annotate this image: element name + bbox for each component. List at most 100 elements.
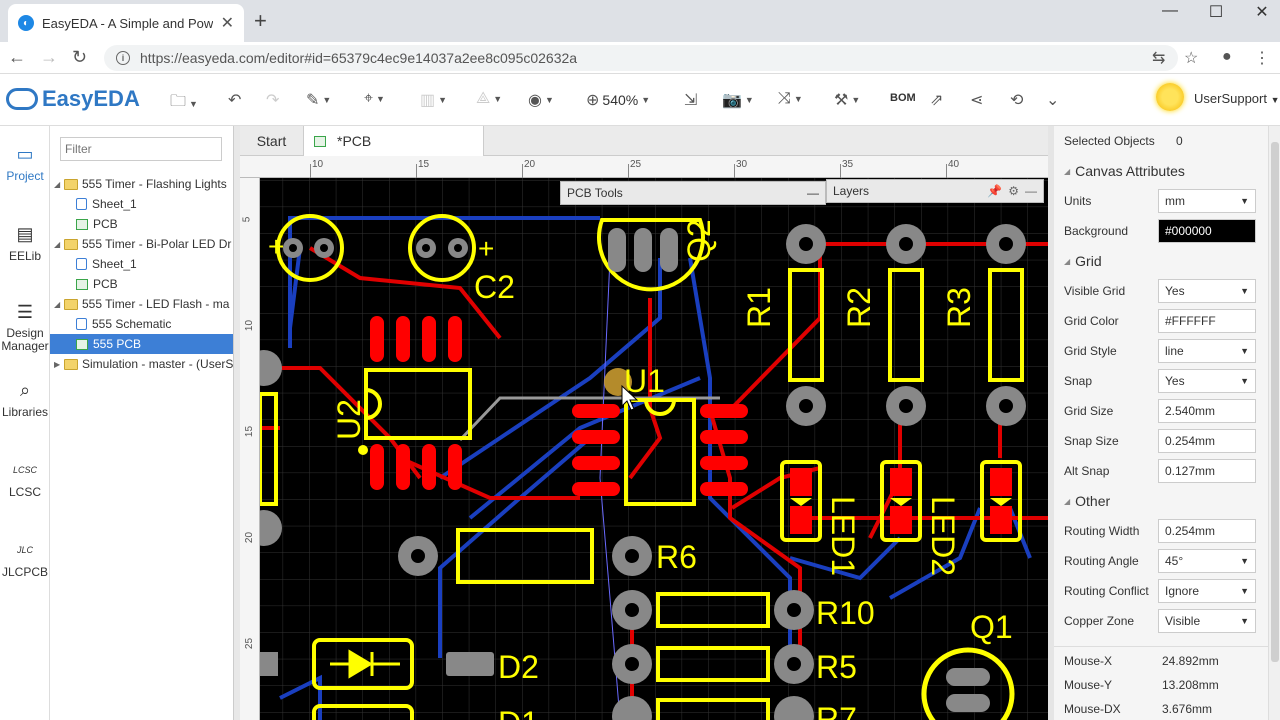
tree-item-label: 555 Timer - Flashing Lights [82, 177, 227, 191]
draw-menu-button[interactable]: ✎ ▼ [306, 90, 331, 110]
export-image-menu-button[interactable]: 📷 ▼ [722, 90, 754, 110]
file-menu-button[interactable]: 🗀 ▼ [170, 90, 198, 117]
browser-tab[interactable]: ◐ EasyEDA - A Simple and Powe ✕ [8, 4, 244, 42]
user-menu-button[interactable]: UserSupport ▼ [1194, 91, 1280, 106]
grid-style-select[interactable]: line ▼ [1158, 339, 1256, 363]
tab-pcb[interactable]: *PCB [304, 126, 484, 156]
visible-grid-select[interactable]: Yes ▼ [1158, 279, 1256, 303]
bookmark-star-icon[interactable]: ☆ [1184, 48, 1198, 68]
copper-zone-value: Visible [1165, 614, 1201, 628]
units-select[interactable]: mm ▼ [1158, 189, 1256, 213]
browser-tabstrip: ◐ EasyEDA - A Simple and Powe ✕ + — ☐ ✕ [0, 0, 1280, 42]
align-menu-button[interactable]: ▥ ▼ [420, 90, 447, 110]
expand-triangle-icon[interactable]: ▶ [54, 360, 64, 369]
folder-icon [64, 178, 78, 190]
other-section[interactable]: ◢ Other [1054, 488, 1268, 514]
lightbulb-icon[interactable] [1156, 83, 1184, 111]
background-input[interactable]: #000000 [1158, 219, 1256, 243]
tree-item[interactable]: PCB [50, 214, 233, 234]
browser-menu-icon[interactable]: ⋮ [1254, 48, 1270, 68]
layers-panel[interactable]: Layers 📌 ⚙ — [826, 179, 1044, 203]
close-window-button[interactable]: ✕ [1242, 2, 1280, 22]
translate-icon[interactable]: ⇆ [1152, 48, 1165, 68]
routing-conflict-select[interactable]: Ignore ▼ [1158, 579, 1256, 603]
zoom-menu-button[interactable]: ⊕ 540% ▼ [586, 90, 650, 110]
undo-button[interactable]: ↶ [228, 90, 241, 110]
pcb-canvas[interactable]: + + C2 Q2 R1 R2 R3 U1 U2 LED1 LED2 R6 R1… [260, 178, 1048, 720]
grid-color-value: #FFFFFF [1165, 314, 1216, 328]
tree-item[interactable]: ◢ 555 Timer - Flashing Lights [50, 174, 233, 194]
nav-eelib[interactable]: ▤ EELib [0, 222, 50, 264]
copper-zone-select[interactable]: Visible ▼ [1158, 609, 1256, 633]
history-button[interactable]: ⟲ [1010, 90, 1023, 110]
address-bar: ← → ↻ i https://easyeda.com/editor#id=65… [0, 42, 1280, 74]
selected-objects-label: Selected Objects [1064, 134, 1155, 148]
nav-libraries[interactable]: ⌕ Libraries [0, 378, 50, 420]
tree-item-label: Simulation - master - (UserS [82, 357, 234, 371]
bom-button[interactable]: BOM [890, 92, 916, 104]
fabrication-output-button[interactable]: ⇗ [930, 90, 943, 110]
url-field[interactable]: i https://easyeda.com/editor#id=65379c4e… [104, 45, 1178, 71]
forward-button[interactable]: → [40, 47, 58, 68]
collapse-triangle-icon[interactable]: ◢ [54, 240, 64, 249]
chevron-down-icon: ⌄ [1046, 92, 1060, 109]
new-tab-button[interactable]: + [254, 8, 267, 34]
label-d2: D2 [498, 649, 539, 685]
grid-size-row: Grid Size 2.540mm [1054, 396, 1268, 426]
folder-icon: 🗀 [170, 93, 187, 110]
route-menu-button[interactable]: ⤨ ▼ [778, 90, 803, 108]
tree-item[interactable]: 555 Schematic [50, 314, 233, 334]
filter-input[interactable] [60, 137, 222, 161]
pcb-tools-panel[interactable]: PCB Tools — [560, 181, 826, 205]
pcb-tools-title: PCB Tools [567, 186, 623, 200]
nav-design-manager[interactable]: ☰ Design Manager [0, 300, 50, 353]
tab-start[interactable]: Start [240, 126, 304, 156]
back-button[interactable]: ← [8, 47, 26, 68]
grid-section[interactable]: ◢ Grid [1054, 248, 1268, 274]
collapse-triangle-icon[interactable]: ◢ [54, 180, 64, 189]
routing-width-input[interactable]: 0.254mm [1158, 519, 1256, 543]
libraries-icon: ⌕ [19, 379, 31, 400]
nav-jlcpcb[interactable]: JLC JLCPCB [0, 538, 50, 579]
nav-lcsc[interactable]: LCSC LCSC [0, 458, 50, 499]
tree-item[interactable]: ▶ Simulation - master - (UserS [50, 354, 234, 374]
redo-button[interactable]: ↷ [266, 90, 279, 110]
grid-color-input[interactable]: #FFFFFF [1158, 309, 1256, 333]
pin-icon[interactable]: 📌 [987, 184, 1002, 198]
more-button[interactable]: ⌄ [1046, 90, 1059, 110]
minimize-window-button[interactable]: — [1150, 2, 1190, 20]
scrollbar-thumb[interactable] [1271, 142, 1279, 662]
minimize-icon[interactable]: — [1025, 184, 1037, 198]
copper-zone-label: Copper Zone [1064, 614, 1135, 628]
snap-select[interactable]: Yes ▼ [1158, 369, 1256, 393]
routing-angle-select[interactable]: 45° ▼ [1158, 549, 1256, 573]
tree-item[interactable]: ◢ 555 Timer - LED Flash - ma [50, 294, 233, 314]
tree-item[interactable]: ◢ 555 Timer - Bi-Polar LED Dr [50, 234, 233, 254]
routing-width-value: 0.254mm [1165, 524, 1216, 538]
minimize-icon[interactable]: — [807, 186, 819, 200]
reload-button[interactable]: ↻ [72, 47, 87, 68]
tree-item[interactable]: 555 PCB [50, 334, 233, 354]
tree-item[interactable]: Sheet_1 [50, 194, 233, 214]
snap-size-input[interactable]: 0.254mm [1158, 429, 1256, 453]
alt-snap-input[interactable]: 0.127mm [1158, 459, 1256, 483]
maximize-window-button[interactable]: ☐ [1196, 2, 1236, 22]
profile-icon[interactable]: ● [1222, 48, 1232, 66]
grid-size-input[interactable]: 2.540mm [1158, 399, 1256, 423]
share-button[interactable]: ⋖ [970, 90, 983, 110]
tree-item[interactable]: PCB [50, 274, 233, 294]
nav-eelib-label: EELib [8, 249, 42, 263]
close-tab-icon[interactable]: ✕ [221, 13, 234, 33]
tools-menu-button[interactable]: ⚒ ▼ [834, 90, 860, 110]
canvas-attributes-section[interactable]: ◢ Canvas Attributes [1054, 158, 1268, 184]
distribute-menu-button[interactable]: ⟁ ▼ [476, 90, 502, 108]
nav-project[interactable]: ▭ Project [0, 142, 50, 184]
tree-item[interactable]: Sheet_1 [50, 254, 233, 274]
properties-scrollbar[interactable] [1268, 126, 1280, 720]
gear-icon[interactable]: ⚙ [1008, 184, 1019, 198]
view-menu-button[interactable]: ◉ ▼ [528, 90, 554, 110]
import-button[interactable]: ⇲ [684, 90, 697, 110]
site-info-icon[interactable]: i [116, 51, 130, 65]
collapse-triangle-icon[interactable]: ◢ [54, 300, 64, 309]
place-menu-button[interactable]: ⌖ ▼ [364, 90, 385, 108]
